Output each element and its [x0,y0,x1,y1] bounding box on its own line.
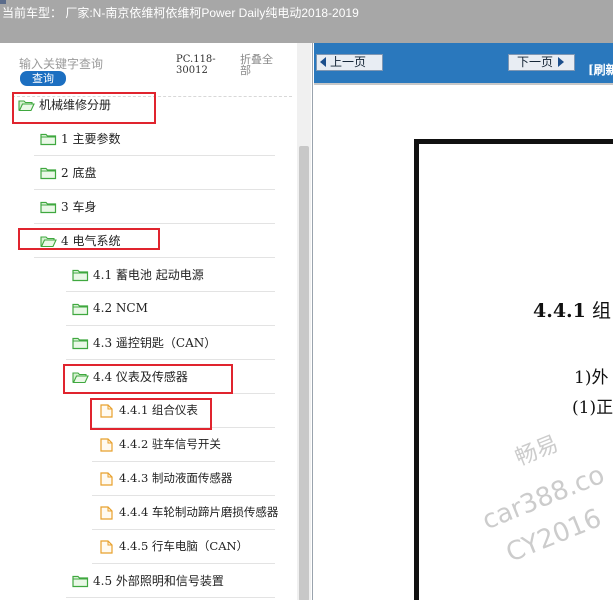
tree-item-label: 1 主要参数 [61,131,121,146]
title-gap [0,26,613,43]
tree-item-label: 4.1 蓄电池 起动电源 [93,267,204,282]
tree-item-label: 4.2 NCM [93,301,148,315]
tree-item[interactable]: 4.4.4 车轮制动蹄片磨损传感器 [98,495,278,529]
tree-item[interactable]: 4.3 遥控钥匙（CAN） [72,325,216,359]
highlight-box [90,398,212,430]
window-title-bar: 当前车型： 厂家:N-南京依维柯依维柯Power Daily纯电动2018-20… [0,0,613,26]
tree-item[interactable]: 1 主要参数 [40,121,120,155]
scrollbar-thumb[interactable] [299,146,309,600]
query-button[interactable]: 查询 [20,71,66,86]
tree-item-label: 4.4.3 制动液面传感器 [119,471,233,485]
tree-row-divider [66,597,275,598]
tree-item[interactable]: 4.4.3 制动液面传感器 [98,461,232,495]
document-line: (1)正 [572,398,613,418]
folder-icon [72,302,89,315]
viewer-toolbar: 上一页 下一页 [刷新 [314,43,613,83]
tree-item-label: 2 底盘 [61,165,97,180]
tree-item[interactable]: 3 车身 [40,189,96,223]
document-viewer: 上一页 下一页 [刷新 4.4.1 组 1)外 (1)正 畅易 car388.c… [314,43,613,600]
tree-item-label: 4.4.2 驻车信号开关 [119,437,221,451]
search-input[interactable] [19,56,169,72]
document-icon [98,437,115,452]
highlight-box [12,92,156,124]
folder-icon [72,268,89,281]
tree-item-label: 4.4.5 行车电脑（CAN） [119,539,249,553]
document-line: 1)外 [574,368,609,388]
folder-icon [40,200,57,213]
section-number: 4.4.1 [533,300,586,322]
tree-item-label: 4.5 外部照明和信号装置 [93,573,224,588]
tree-item[interactable]: 4.4.5 行车电脑（CAN） [98,529,248,563]
folder-icon [72,336,89,349]
folder-icon [40,132,57,145]
tree-item[interactable]: 4.1 蓄电池 起动电源 [72,257,204,291]
next-page-button[interactable]: 下一页 [508,54,575,71]
right-arrow-icon [558,57,565,67]
section-title: 组 [591,300,611,322]
folder-icon [72,574,89,587]
toolbar-divider [314,83,613,85]
tree-item-label: 4.3 遥控钥匙（CAN） [93,335,217,350]
refresh-link[interactable]: [刷新 [588,61,613,78]
window-title: 当前车型： 厂家:N-南京依维柯依维柯Power Daily纯电动2018-20… [2,6,359,20]
highlight-box [63,364,233,394]
document-icon [98,471,115,486]
collapse-all-link[interactable]: 折叠全部 [240,54,282,76]
prev-page-button[interactable]: 上一页 [316,54,383,71]
tree-item[interactable]: 2 底盘 [40,155,96,189]
document-icon [98,505,115,520]
tree-item[interactable]: 4.5 外部照明和信号装置 [72,563,224,597]
highlight-box [18,228,160,250]
document-icon [98,539,115,554]
window-corner-marker [0,0,6,4]
folder-icon [40,166,57,179]
next-page-label: 下一页 [517,55,554,69]
left-arrow-icon [320,57,326,67]
prev-page-label: 上一页 [330,55,367,69]
tree-item[interactable]: 4.2 NCM [72,291,148,325]
section-heading: 4.4.1 组 [533,296,611,323]
tree-item-label: 4.4.4 车轮制动蹄片磨损传感器 [119,505,279,519]
tree-item[interactable]: 4.4.2 驻车信号开关 [98,427,221,461]
tree-panel: 查询 PC.118-30012 折叠全部 机械维修分册1 主要参数2 底盘3 车… [0,43,313,600]
tree-item-label: 3 车身 [61,199,97,214]
manual-code: PC.118-30012 [176,54,216,76]
search-area: 查询 PC.118-30012 折叠全部 [0,43,312,93]
